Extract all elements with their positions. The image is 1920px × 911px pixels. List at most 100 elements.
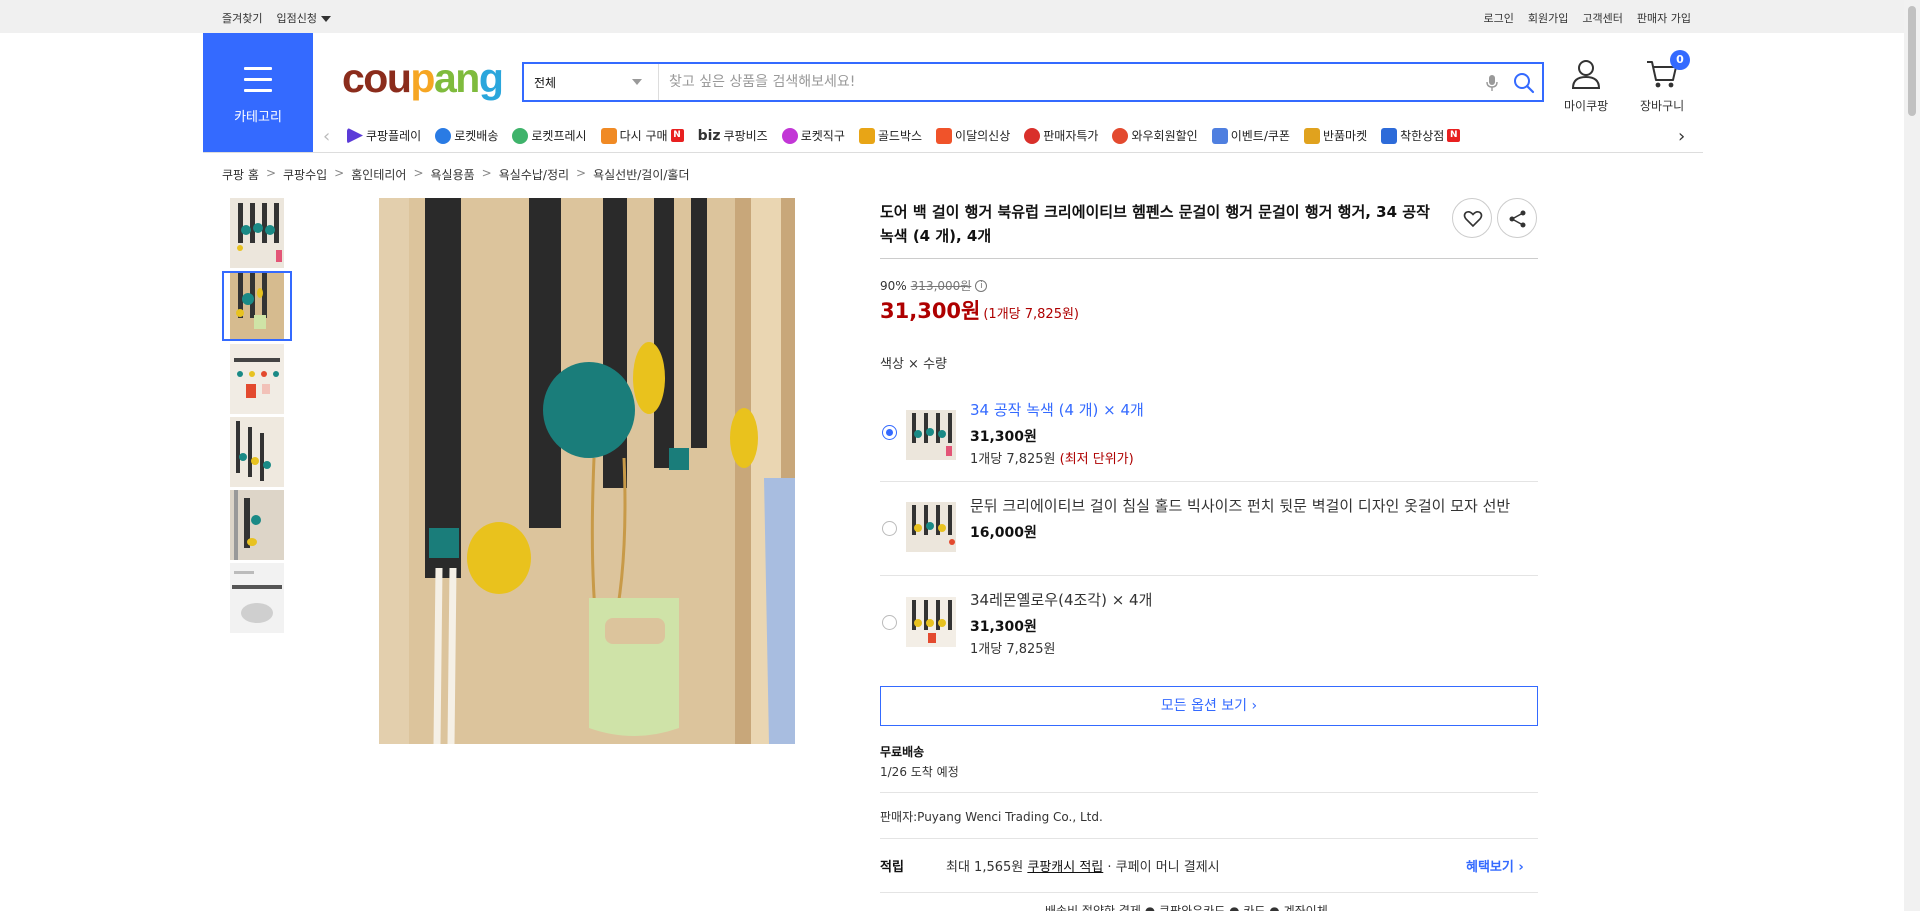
signup-link[interactable]: 회원가입 (1528, 10, 1568, 26)
breadcrumb-item[interactable]: 홈인테리어 (351, 166, 406, 183)
option-per-unit: 1개당 7,825원 (970, 642, 1056, 657)
breadcrumb-item[interactable]: 쿠팡 홈 (222, 166, 259, 183)
nav-good-store[interactable]: 착한상점 N (1381, 127, 1461, 144)
nav-rocket-global[interactable]: 로켓직구 (781, 127, 845, 144)
thumbnail-selected[interactable] (222, 271, 292, 341)
product-title: 도어 백 걸이 행거 북유럽 크리에이티브 헴펜스 문걸이 행거 문걸이 행거 … (880, 203, 1430, 245)
coupang-cash-link[interactable]: 쿠팡캐시 적립 (1027, 860, 1103, 875)
favorite-button[interactable] (1452, 198, 1492, 238)
dropdown-arrow-icon (632, 79, 642, 85)
thumbnail[interactable] (222, 563, 292, 633)
nav-rebuy[interactable]: 다시 구매 N (600, 127, 684, 144)
nav-label: 로켓직구 (800, 129, 845, 143)
thumbnail[interactable] (222, 344, 292, 414)
view-benefits-link[interactable]: 혜택보기 › (1466, 856, 1524, 875)
coupang-logo[interactable]: coupang (342, 55, 504, 102)
nav-label: 쿠팡플레이 (366, 129, 422, 143)
nav-label: 이벤트/쿠폰 (1230, 129, 1290, 143)
view-all-options-button[interactable]: 모든 옵션 보기 › (880, 686, 1538, 726)
option-item[interactable]: 34레몬옐로우(4조각) × 4개 31,300원 1개당 7,825원 (880, 585, 1538, 665)
bag-icon (600, 127, 617, 144)
product-main-image[interactable] (379, 198, 795, 744)
share-button[interactable] (1497, 198, 1537, 238)
search-category-select[interactable]: 전체 (524, 64, 659, 100)
divider (880, 481, 1538, 482)
breadcrumb-item[interactable]: 욕실용품 (431, 166, 475, 183)
thumbnail[interactable] (222, 198, 292, 268)
nav-return-market[interactable]: 반품마켓 (1303, 127, 1367, 144)
breadcrumb-separator-icon: > (481, 166, 492, 180)
seller-apply-link[interactable]: 입점신청 (276, 10, 331, 26)
search-category-value: 전체 (534, 76, 557, 90)
reward-prefix: 최대 1,565원 (946, 860, 1028, 875)
cart-label: 장바구니 (1640, 99, 1685, 113)
arrival-date: 1/26 도착 예정 (880, 765, 959, 779)
seller-signup-link[interactable]: 판매자 가입 (1637, 10, 1691, 26)
customer-center-link[interactable]: 고객센터 (1582, 10, 1622, 26)
category-menu-button[interactable]: 카테고리 (203, 33, 313, 152)
nav-label: 다시 구매 (619, 129, 668, 143)
nav-coupang-biz[interactable]: biz 쿠팡비즈 (698, 127, 768, 144)
nav-events-coupons[interactable]: 이벤트/쿠폰 (1211, 127, 1290, 144)
new-bag-icon (936, 127, 953, 144)
option-item[interactable]: 문뒤 크리에이티브 걸이 침실 홀드 빅사이즈 펀치 뒷문 벽걸이 디자인 옷걸… (880, 490, 1538, 570)
chevron-left-icon[interactable]: ‹ (323, 126, 330, 147)
option-heading: 색상 × 수량 (880, 357, 947, 372)
nav-new-arrivals[interactable]: 이달의신상 (936, 127, 1010, 144)
login-link[interactable]: 로그인 (1484, 10, 1514, 26)
nav-goldbox[interactable]: 골드박스 (858, 127, 922, 144)
unit-price: (1개당 7,825원) (983, 307, 1080, 322)
breadcrumb-item[interactable]: 욕실수납/정리 (499, 166, 569, 183)
breadcrumb-item[interactable]: 쿠팡수입 (283, 166, 327, 183)
breadcrumb-item[interactable]: 욕실선반/걸이/홀더 (593, 166, 689, 183)
bookmark-link[interactable]: 즐겨찾기 (222, 10, 262, 26)
breadcrumb: 쿠팡 홈 > 쿠팡수입 > 홈인테리어 > 욕실용품 > 욕실수납/정리 > 욕실선반/걸… (222, 166, 690, 183)
thumbnail[interactable] (222, 417, 292, 487)
coupon-icon (1211, 127, 1228, 144)
nav-label: 이달의신상 (955, 129, 1011, 143)
thumbnail[interactable] (222, 490, 292, 560)
payment-benefit-row: 배송비 절약한 결제 ● 쿠팡와우카드 ● 카드 ● 계좌이체 (1045, 904, 1328, 911)
new-badge: N (1447, 129, 1461, 142)
nav-label: 판매자특가 (1043, 129, 1099, 143)
store-icon (1381, 127, 1398, 144)
nav-rocket-delivery[interactable]: 로켓배송 (435, 127, 498, 144)
price-row: 31,300원 (1개당 7,825원) (880, 295, 1079, 325)
caret-down-icon (320, 16, 331, 22)
chevron-right-icon[interactable]: › (1678, 126, 1685, 147)
nav-label: 로켓배송 (454, 129, 499, 143)
play-icon (347, 127, 363, 144)
rocket-fresh-icon (512, 127, 529, 144)
discount-rate: 90% (880, 278, 907, 293)
breadcrumb-separator-icon: > (413, 166, 424, 180)
search-icon[interactable] (1513, 72, 1535, 94)
option-price: 31,300원 (970, 619, 1037, 635)
utility-bar: 즐겨찾기 입점신청 로그인 회원가입 고객센터 판매자 가입 (0, 0, 1904, 33)
mypage-button[interactable]: 마이쿠팡 (1564, 58, 1608, 114)
nav-rocket-fresh[interactable]: 로켓프레시 (512, 127, 587, 144)
cart-button[interactable]: 0 장바구니 (1640, 50, 1690, 114)
rocket-icon (435, 127, 452, 144)
option-radio[interactable] (882, 425, 897, 440)
lowest-unit-label: (최저 단위가) (1059, 452, 1134, 467)
info-icon[interactable]: i (975, 279, 988, 292)
biz-logo-icon: biz (697, 127, 721, 144)
option-item[interactable]: 34 공작 녹색 (4 개) × 4개 31,300원 1개당 7,825원 (… (880, 398, 1538, 478)
option-thumbnail (906, 410, 956, 460)
option-radio[interactable] (882, 521, 897, 536)
page-scrollbar[interactable] (1904, 0, 1920, 911)
search-bar: 전체 (522, 62, 1544, 102)
option-thumbnail (906, 502, 956, 552)
nav-wow-discount[interactable]: 와우회원할인 (1112, 127, 1198, 144)
scrollbar-thumb[interactable] (1908, 6, 1916, 116)
nav-label: 착한상점 (1400, 129, 1445, 143)
cart-count-badge: 0 (1670, 50, 1690, 70)
search-input[interactable] (669, 70, 1469, 94)
sale-price: 31,300원 (880, 299, 981, 323)
nav-coupang-play[interactable]: 쿠팡플레이 (347, 127, 421, 144)
hamburger-icon (244, 67, 272, 100)
microphone-icon[interactable] (1484, 74, 1500, 92)
option-radio[interactable] (882, 615, 897, 630)
nav-seller-deals[interactable]: 판매자특가 (1024, 127, 1098, 144)
logo-part: an (433, 55, 480, 101)
